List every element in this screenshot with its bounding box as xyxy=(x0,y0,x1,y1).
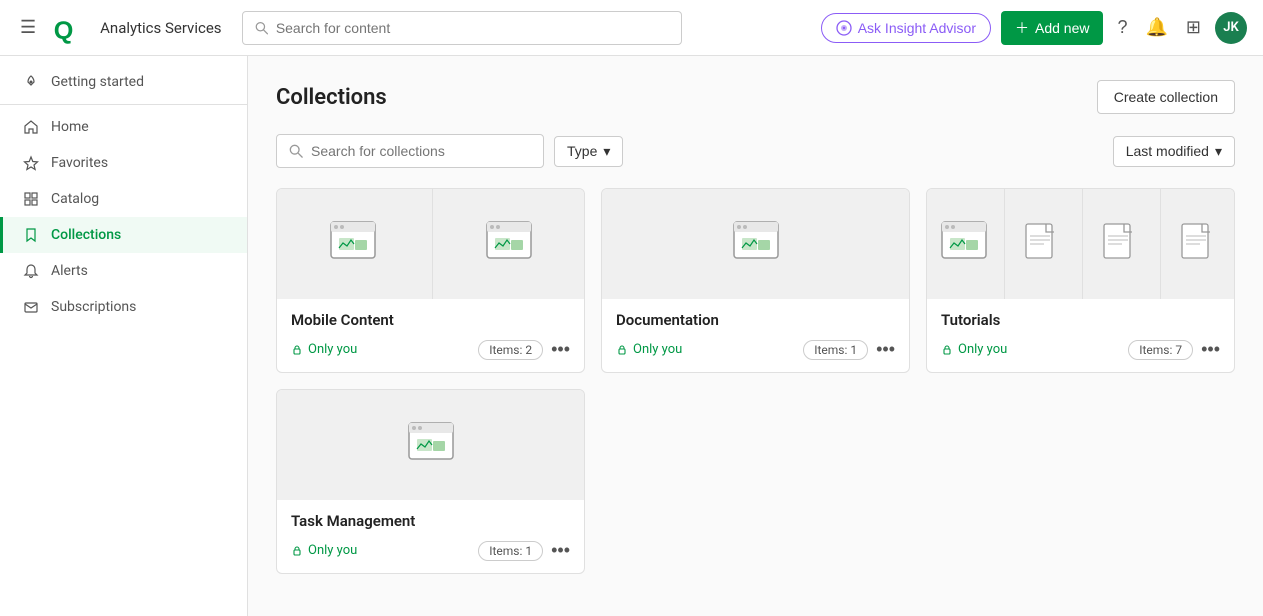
collection-card-task-management[interactable]: Task Management Only you Items: 1 ••• xyxy=(276,389,585,574)
app-title: Analytics Services xyxy=(100,19,221,37)
card-items-count: Items: 2 xyxy=(478,340,543,360)
logo[interactable]: Q xyxy=(52,10,88,46)
sidebar-item-favorites[interactable]: Favorites xyxy=(0,145,247,181)
card-privacy: Only you xyxy=(291,342,357,357)
page-title: Collections xyxy=(276,85,387,110)
lock-icon xyxy=(291,344,303,356)
sidebar-item-subscriptions[interactable]: Subscriptions xyxy=(0,289,247,325)
lock-icon xyxy=(941,344,953,356)
preview-doc-icon-2 xyxy=(1082,189,1156,299)
card-items-count: Items: 1 xyxy=(803,340,868,360)
qlik-logo-icon: Q xyxy=(52,10,88,46)
collections-grid: Mobile Content Only you Items: 2 ••• xyxy=(276,188,1235,574)
add-new-button[interactable]: ＋ Add new xyxy=(1001,11,1103,45)
preview-app-icon-1 xyxy=(927,189,1000,299)
card-body: Mobile Content Only you Items: 2 ••• xyxy=(277,299,584,372)
card-title: Tutorials xyxy=(941,311,1220,329)
type-filter-button[interactable]: Type ▾ xyxy=(554,136,623,167)
create-collection-button[interactable]: Create collection xyxy=(1097,80,1235,114)
notifications-icon[interactable]: 🔔 xyxy=(1141,13,1171,42)
main-content: Collections Create collection Type ▾ Las… xyxy=(248,56,1263,616)
card-footer: Only you Items: 7 ••• xyxy=(941,339,1220,360)
card-privacy: Only you xyxy=(616,342,682,357)
svg-text:Q: Q xyxy=(54,16,74,44)
rocket-icon xyxy=(23,74,39,90)
global-search-input[interactable] xyxy=(276,20,669,36)
bell-icon xyxy=(23,263,39,279)
nav-right: Ask Insight Advisor ＋ Add new ? 🔔 ⊞ JK xyxy=(821,11,1247,45)
search-icon xyxy=(255,21,268,35)
ask-insight-advisor-button[interactable]: Ask Insight Advisor xyxy=(821,13,991,43)
card-more-button[interactable]: ••• xyxy=(876,339,895,360)
card-more-button[interactable]: ••• xyxy=(1201,339,1220,360)
help-icon[interactable]: ? xyxy=(1113,13,1131,42)
card-title: Documentation xyxy=(616,311,895,329)
card-preview xyxy=(927,189,1234,299)
card-more-button[interactable]: ••• xyxy=(551,339,570,360)
lock-icon xyxy=(291,545,303,557)
sort-button[interactable]: Last modified ▾ xyxy=(1113,136,1235,167)
card-privacy: Only you xyxy=(291,543,357,558)
global-search[interactable] xyxy=(242,11,682,45)
card-footer: Only you Items: 2 ••• xyxy=(291,339,570,360)
bookmark-icon xyxy=(23,227,39,243)
collection-card-documentation[interactable]: Documentation Only you Items: 1 ••• xyxy=(601,188,910,373)
envelope-icon xyxy=(23,299,39,315)
card-title: Task Management xyxy=(291,512,570,530)
card-items-count: Items: 7 xyxy=(1128,340,1193,360)
home-icon xyxy=(23,119,39,135)
collection-card-mobile-content[interactable]: Mobile Content Only you Items: 2 ••• xyxy=(276,188,585,373)
preview-doc-icon-3 xyxy=(1160,189,1234,299)
card-body: Task Management Only you Items: 1 ••• xyxy=(277,500,584,573)
sidebar-item-home[interactable]: Home xyxy=(0,109,247,145)
card-title: Mobile Content xyxy=(291,311,570,329)
card-footer: Only you Items: 1 ••• xyxy=(291,540,570,561)
preview-app-icon-1 xyxy=(277,189,428,299)
collection-card-tutorials[interactable]: Tutorials Only you Items: 7 ••• xyxy=(926,188,1235,373)
sidebar-item-catalog[interactable]: Catalog xyxy=(0,181,247,217)
card-items-count: Items: 1 xyxy=(478,541,543,561)
sidebar-item-collections[interactable]: Collections xyxy=(0,217,247,253)
chevron-down-icon: ▾ xyxy=(603,143,610,160)
topnav: ☰ Q Analytics Services Ask Insight Advis… xyxy=(0,0,1263,56)
card-preview xyxy=(602,189,909,299)
page-header: Collections Create collection xyxy=(276,80,1235,114)
card-preview xyxy=(277,189,584,299)
card-preview xyxy=(277,390,584,500)
card-privacy: Only you xyxy=(941,342,1007,357)
search-collections-input[interactable] xyxy=(311,143,531,159)
lock-icon xyxy=(616,344,628,356)
search-collections-icon xyxy=(289,144,303,158)
avatar[interactable]: JK xyxy=(1215,12,1247,44)
card-body: Documentation Only you Items: 1 ••• xyxy=(602,299,909,372)
sidebar: Getting started Home Favorites Catalog C… xyxy=(0,56,248,616)
search-collections[interactable] xyxy=(276,134,544,168)
star-icon xyxy=(23,155,39,171)
preview-app-icon-2 xyxy=(432,189,584,299)
sidebar-item-alerts[interactable]: Alerts xyxy=(0,253,247,289)
catalog-icon xyxy=(23,191,39,207)
sidebar-item-getting-started[interactable]: Getting started xyxy=(0,64,247,100)
hamburger-icon[interactable]: ☰ xyxy=(16,13,40,42)
layout: Getting started Home Favorites Catalog C… xyxy=(0,56,1263,616)
card-body: Tutorials Only you Items: 7 ••• xyxy=(927,299,1234,372)
apps-grid-icon[interactable]: ⊞ xyxy=(1182,13,1205,42)
filter-bar: Type ▾ Last modified ▾ xyxy=(276,134,1235,168)
card-footer: Only you Items: 1 ••• xyxy=(616,339,895,360)
sort-chevron-icon: ▾ xyxy=(1215,143,1222,160)
preview-doc-icon-1 xyxy=(1004,189,1078,299)
card-more-button[interactable]: ••• xyxy=(551,540,570,561)
advisor-icon xyxy=(836,20,852,36)
